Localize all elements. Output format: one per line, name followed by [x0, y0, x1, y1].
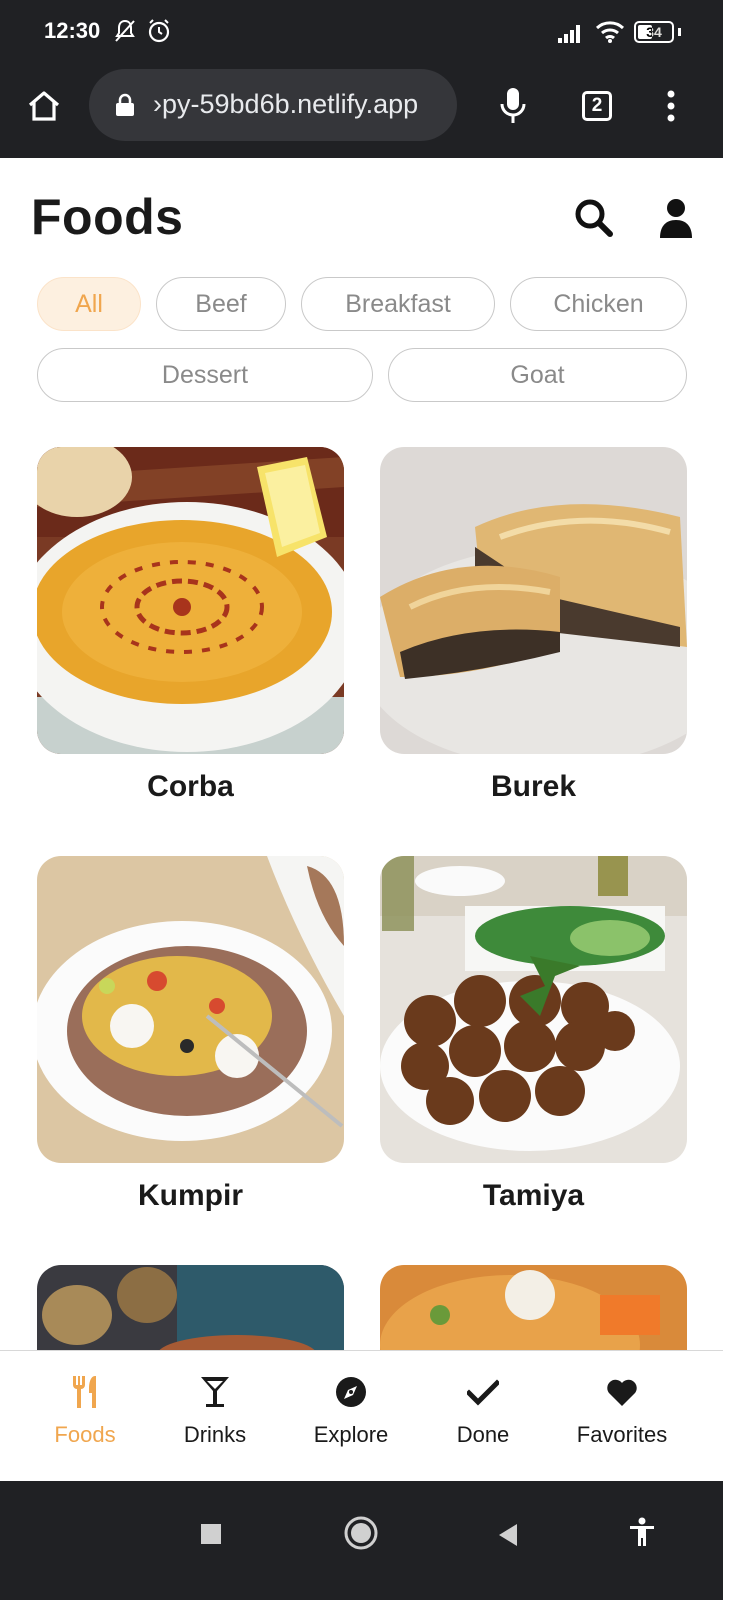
food-name: Burek — [490, 770, 577, 803]
check-icon — [465, 1375, 501, 1414]
food-image-corba — [37, 447, 344, 754]
nav-item-favorites[interactable]: Favorites — [567, 1375, 677, 1448]
wifi-icon — [595, 20, 625, 49]
battery-icon: 34 — [634, 21, 682, 43]
food-image-partial-2 — [380, 1265, 687, 1350]
food-card-tamiya[interactable]: Tamiya — [380, 856, 687, 1213]
heart-icon — [606, 1375, 638, 1414]
nav-label: Favorites — [576, 1422, 668, 1447]
compass-icon — [335, 1375, 367, 1414]
food-image-tamiya — [380, 856, 687, 1163]
tab-count: 2 — [582, 91, 612, 121]
tabs-button[interactable]: 2 — [573, 82, 621, 130]
bottom-nav: Foods Drinks Explore Done Favorites — [0, 1350, 723, 1481]
food-card-burek[interactable]: Burek — [380, 447, 687, 804]
system-nav-bar — [0, 1481, 723, 1600]
food-card-partial-1[interactable] — [37, 1265, 344, 1350]
filter-chip-all[interactable]: All — [37, 277, 141, 331]
food-card-kumpir[interactable]: Kumpir — [37, 856, 344, 1213]
page-content: Foods All Beef Breakfast Chicken Dessert… — [0, 158, 723, 1350]
nav-label: Done — [456, 1422, 510, 1447]
home-circle-icon[interactable] — [343, 1515, 379, 1556]
recents-icon[interactable] — [200, 1523, 222, 1550]
url-text: ›py-59bd6b.netlify.app — [153, 89, 419, 119]
back-icon[interactable] — [497, 1523, 519, 1552]
food-name: Corba — [147, 770, 234, 803]
nav-item-done[interactable]: Done — [443, 1375, 523, 1448]
filter-chip-goat[interactable]: Goat — [388, 348, 687, 402]
filter-chip-beef[interactable]: Beef — [156, 277, 286, 331]
cocktail-icon — [199, 1375, 231, 1414]
battery-level: 34 — [646, 24, 662, 40]
filter-chip-dessert[interactable]: Dessert — [37, 348, 373, 402]
search-icon[interactable] — [572, 196, 616, 240]
page-title: Foods — [31, 189, 184, 245]
url-bar[interactable]: ›py-59bd6b.netlify.app — [89, 69, 457, 141]
food-card-corba[interactable]: Corba — [37, 447, 344, 804]
food-image-partial-1 — [37, 1265, 344, 1350]
filter-chip-chicken[interactable]: Chicken — [510, 277, 687, 331]
nav-item-drinks[interactable]: Drinks — [175, 1375, 255, 1448]
food-card-partial-2[interactable] — [380, 1265, 687, 1350]
signal-icon — [556, 22, 586, 49]
nav-label: Drinks — [183, 1422, 247, 1447]
nav-item-foods[interactable]: Foods — [45, 1375, 125, 1448]
alarm-icon — [146, 18, 172, 49]
profile-icon[interactable] — [654, 196, 698, 240]
food-image-burek — [380, 447, 687, 754]
nav-label: Foods — [54, 1422, 116, 1447]
food-name: Tamiya — [482, 1179, 585, 1212]
status-bar: 12:30 34 — [0, 0, 723, 68]
accessibility-icon[interactable] — [628, 1517, 656, 1552]
home-icon[interactable] — [20, 82, 68, 130]
browser-toolbar: ›py-59bd6b.netlify.app 2 — [0, 68, 723, 158]
microphone-icon[interactable] — [489, 82, 537, 130]
lock-icon — [115, 93, 135, 122]
nav-label: Explore — [313, 1422, 389, 1447]
filter-chip-breakfast[interactable]: Breakfast — [301, 277, 495, 331]
nav-item-explore[interactable]: Explore — [305, 1375, 397, 1448]
more-menu-icon[interactable] — [647, 82, 695, 130]
food-name: Kumpir — [138, 1179, 243, 1212]
utensils-icon — [71, 1375, 99, 1414]
bell-off-icon — [113, 18, 137, 49]
food-image-kumpir — [37, 856, 344, 1163]
status-time: 12:30 — [44, 18, 101, 43]
